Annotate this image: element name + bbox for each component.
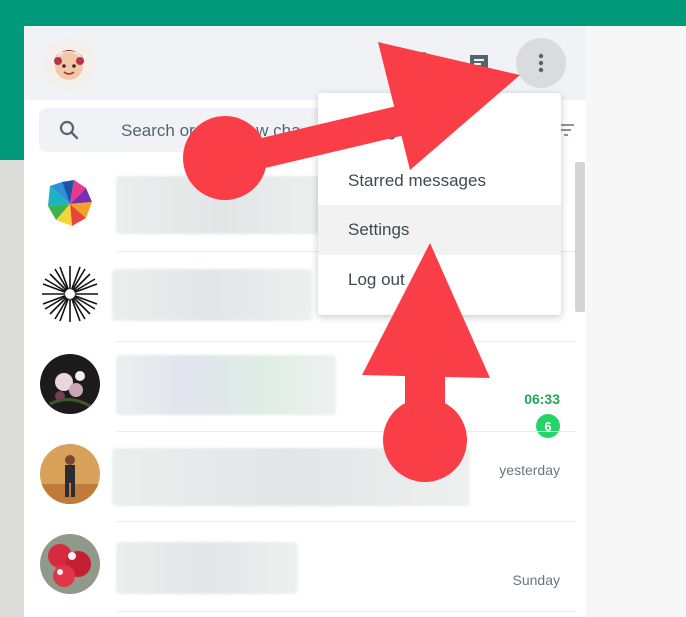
chat-avatar: [40, 444, 100, 504]
chat-list-item[interactable]: Sunday: [24, 522, 586, 612]
app-top-band: [0, 0, 686, 26]
menu-item-new-group[interactable]: New group: [318, 106, 561, 156]
blurred-chat-preview: [116, 542, 298, 594]
app-left-band: [0, 26, 24, 160]
search-input[interactable]: [119, 117, 303, 145]
blurred-chat-preview: [112, 269, 312, 321]
menu-item-starred-messages[interactable]: Starred messages: [318, 156, 561, 206]
chat-list-item[interactable]: yesterday: [24, 432, 586, 522]
chat-time: 06:33: [524, 391, 560, 407]
app-background: [0, 160, 24, 617]
blurred-chat-preview: [116, 355, 336, 415]
new-chat-icon[interactable]: [465, 50, 493, 78]
menu-icon: [538, 53, 544, 73]
menu-dropdown: New group Starred messages Settings Log …: [318, 93, 561, 315]
chat-avatar: [40, 354, 100, 414]
chat-time: Sunday: [512, 572, 560, 588]
blurred-chat-preview: [112, 448, 470, 506]
chat-avatar: [40, 174, 100, 234]
status-icon[interactable]: [404, 50, 432, 78]
panel-header: [24, 26, 586, 100]
chat-avatar: [40, 264, 100, 324]
chat-list-item[interactable]: 06:33 6: [24, 342, 586, 438]
chat-time: yesterday: [499, 462, 560, 478]
menu-button[interactable]: [516, 38, 566, 88]
menu-item-log-out[interactable]: Log out: [318, 255, 561, 305]
conversation-area: [586, 26, 686, 617]
blurred-chat-preview: [116, 176, 326, 234]
search-icon[interactable]: [57, 118, 81, 142]
menu-item-settings[interactable]: Settings: [318, 205, 561, 255]
scrollbar[interactable]: [575, 162, 585, 312]
row-divider: [116, 611, 576, 612]
chat-avatar: [40, 534, 100, 594]
profile-avatar[interactable]: [44, 39, 94, 89]
